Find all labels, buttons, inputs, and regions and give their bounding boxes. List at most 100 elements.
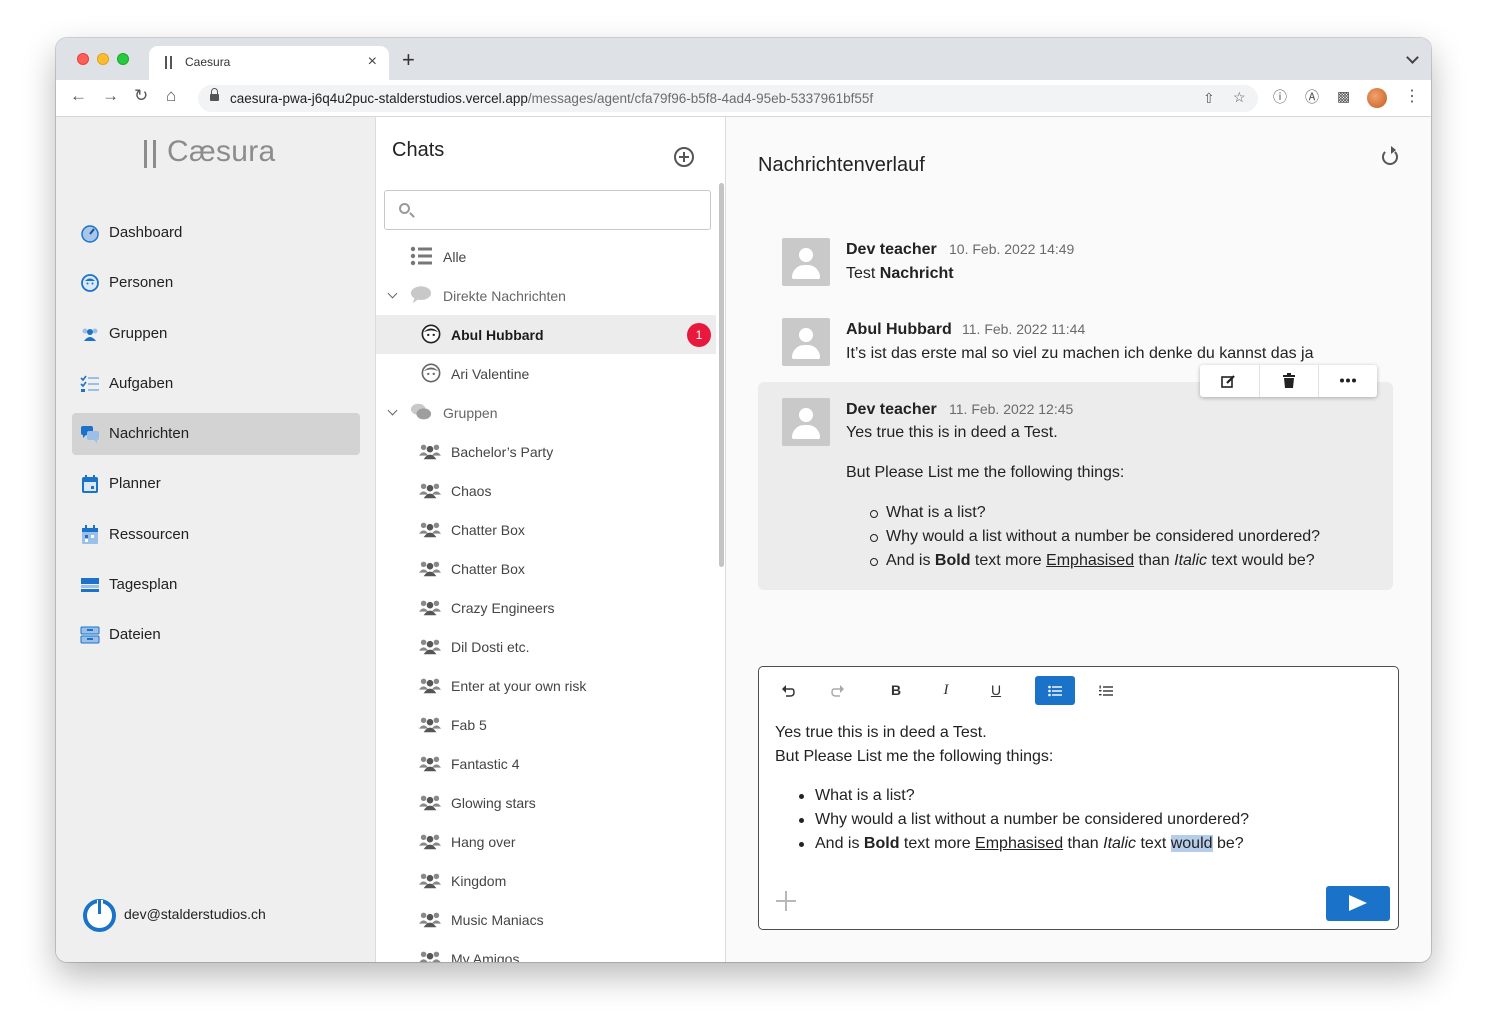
tab-close-icon[interactable]: ×	[368, 53, 377, 71]
message-text: Yes true this is in deed a Test.	[846, 424, 1058, 441]
group-icon	[419, 756, 441, 772]
chat-row-label: Dil Dosti etc.	[451, 639, 530, 655]
list-item[interactable]: Why would a list without a number be con…	[798, 808, 1249, 832]
chat-row-group[interactable]: Music Maniacs	[376, 900, 716, 939]
message-item[interactable]: Dev teacher 10. Feb. 2022 14:49 Test Nac…	[758, 227, 1393, 297]
profile-avatar[interactable]	[1367, 88, 1387, 108]
bullet-list-icon	[1048, 685, 1062, 697]
list-item[interactable]: And is Bold text more Emphasised than It…	[798, 832, 1249, 856]
browser-window: Caesura × + ← → ↻ ⌂ caesura-pwa-j6q4u2pu…	[56, 38, 1431, 962]
chats-panel: Chats Alle Direkte Nachrichten Abul Hubb…	[376, 117, 726, 962]
chat-row-group[interactable]: Chatter Box	[376, 510, 716, 549]
message-text: It’s ist das erste mal so viel zu machen…	[846, 345, 1314, 362]
chat-row-group[interactable]: Glowing stars	[376, 783, 716, 822]
new-tab-button[interactable]: +	[402, 49, 415, 71]
chat-row-group[interactable]: My Amigos	[376, 939, 716, 962]
section-groups[interactable]: Gruppen	[376, 393, 716, 432]
section-direct-messages[interactable]: Direkte Nachrichten	[376, 276, 716, 315]
sidebar-item-dashboard[interactable]: Dashboard	[72, 212, 360, 254]
chat-row-group[interactable]: Chatter Box	[376, 549, 716, 588]
chat-row-group[interactable]: Enter at your own risk	[376, 666, 716, 705]
delete-message-button[interactable]	[1259, 365, 1318, 397]
browser-tab[interactable]: Caesura ×	[149, 46, 389, 80]
chat-row-label: Crazy Engineers	[451, 600, 555, 616]
editor-text-line[interactable]: Yes true this is in deed a Test.	[775, 721, 987, 745]
chat-row-group[interactable]: Hang over	[376, 822, 716, 861]
add-attachment-icon[interactable]	[776, 891, 796, 911]
home-icon[interactable]: ⌂	[166, 86, 176, 106]
chat-row-group[interactable]: Bachelor’s Party	[376, 432, 716, 471]
chat-row-group[interactable]: Crazy Engineers	[376, 588, 716, 627]
avatar	[782, 318, 830, 366]
search-input[interactable]	[421, 199, 701, 221]
chat-row-direct[interactable]: Ari Valentine	[376, 354, 716, 393]
sidebar-item-ressourcen[interactable]: Ressourcen	[72, 514, 360, 556]
group-icon	[419, 951, 441, 962]
speech-bubble-icon	[410, 286, 432, 304]
list-item[interactable]: What is a list?	[798, 784, 1249, 808]
redo-button[interactable]	[818, 676, 858, 705]
url-text[interactable]: caesura-pwa-j6q4u2puc-stalderstudios.ver…	[230, 91, 873, 106]
editor-bullet-list[interactable]: What is a list? Why would a list without…	[798, 784, 1249, 856]
chat-row-label: Fantastic 4	[451, 756, 520, 772]
chat-row-group[interactable]: Fab 5	[376, 705, 716, 744]
underline-button[interactable]: U	[976, 676, 1016, 705]
extensions-puzzle-icon[interactable]: ▩	[1337, 88, 1350, 105]
chat-search[interactable]	[384, 190, 711, 230]
sidebar-item-aufgaben[interactable]: Aufgaben	[72, 363, 360, 405]
sidebar-item-dateien[interactable]: Dateien	[72, 614, 360, 656]
lock-icon[interactable]	[210, 88, 219, 103]
add-chat-icon[interactable]	[674, 147, 694, 167]
chat-list-scrollbar[interactable]	[719, 183, 724, 567]
message-author: Dev teacher	[846, 241, 937, 258]
chat-row-group[interactable]: Dil Dosti etc.	[376, 627, 716, 666]
bold-button[interactable]: B	[876, 676, 916, 705]
message-item[interactable]: Dev teacher 11. Feb. 2022 12:45 Yes true…	[758, 382, 1393, 590]
close-window-button[interactable]	[77, 53, 89, 65]
undo-button[interactable]	[768, 676, 808, 705]
chat-row-group[interactable]: Chaos	[376, 471, 716, 510]
message-editor[interactable]: B I U Yes true this is in deed a Test. B…	[758, 666, 1399, 930]
back-icon[interactable]: ←	[70, 86, 87, 106]
tab-search-chevron-icon[interactable]	[1406, 51, 1419, 64]
share-icon[interactable]: ⇧	[1203, 90, 1215, 107]
chat-row-group[interactable]: Fantastic 4	[376, 744, 716, 783]
reload-icon[interactable]: ↻	[134, 86, 148, 106]
bullet-list-button[interactable]	[1035, 676, 1075, 705]
message-date: 11. Feb. 2022 12:45	[949, 401, 1074, 417]
numbered-list-button[interactable]	[1086, 676, 1126, 705]
bookmark-star-icon[interactable]: ☆	[1233, 89, 1246, 106]
address-bar[interactable]: caesura-pwa-j6q4u2puc-stalderstudios.ver…	[198, 85, 1258, 112]
sidebar-item-gruppen[interactable]: Gruppen	[72, 313, 360, 355]
zoom-window-button[interactable]	[117, 53, 129, 65]
refresh-icon[interactable]	[1382, 146, 1398, 165]
chat-row-label: Fab 5	[451, 717, 487, 733]
sidebar-item-personen[interactable]: Personen	[72, 262, 360, 304]
forward-icon[interactable]: →	[102, 86, 119, 106]
chevron-down-icon[interactable]	[387, 288, 398, 299]
undo-icon	[782, 685, 795, 698]
sidebar-item-label: Dateien	[109, 626, 161, 643]
extension-translate-icon[interactable]: Ⓐ	[1305, 87, 1319, 107]
chat-row-label: Alle	[443, 249, 467, 265]
sidebar-item-planner[interactable]: Planner	[72, 463, 360, 505]
chat-row-label: Hang over	[451, 834, 516, 850]
planner-icon	[82, 475, 98, 493]
extension-info-icon[interactable]: ⓘ	[1273, 87, 1287, 107]
chevron-down-icon[interactable]	[387, 405, 398, 416]
more-options-button[interactable]	[1318, 365, 1377, 397]
chat-row-group[interactable]: Kingdom	[376, 861, 716, 900]
more-menu-icon[interactable]: ⋮	[1404, 86, 1420, 106]
sidebar-item-nachrichten[interactable]: Nachrichten	[72, 413, 360, 455]
send-button[interactable]	[1326, 886, 1390, 921]
group-icon	[419, 912, 441, 928]
minimize-window-button[interactable]	[97, 53, 109, 65]
edit-message-button[interactable]	[1200, 365, 1259, 397]
chat-row-direct[interactable]: Abul Hubbard 1	[376, 315, 716, 354]
message-author: Dev teacher	[846, 401, 937, 418]
chat-row-all[interactable]: Alle	[376, 237, 716, 276]
group-icon	[419, 639, 441, 655]
italic-button[interactable]: I	[926, 676, 966, 705]
sidebar-item-tagesplan[interactable]: Tagesplan	[72, 564, 360, 606]
editor-text-line[interactable]: But Please List me the following things:	[775, 745, 1053, 769]
